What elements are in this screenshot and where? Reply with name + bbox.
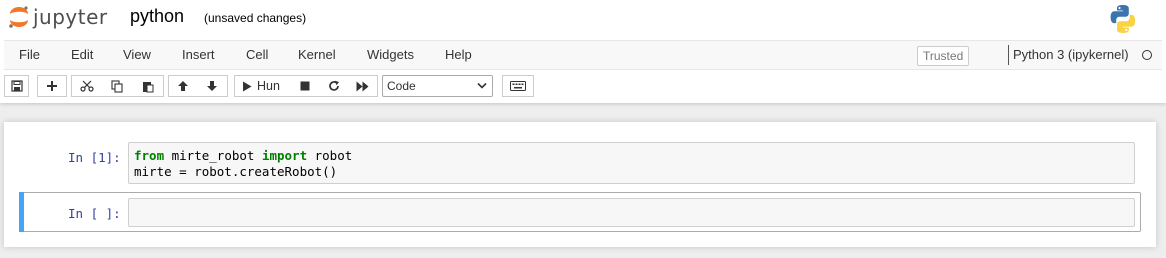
kernel-separator: [1008, 45, 1009, 65]
cut-button[interactable]: [71, 75, 103, 97]
cell-type-value: Code: [387, 79, 416, 93]
plus-icon: [47, 81, 57, 91]
jupyter-logo[interactable]: jupyter: [8, 4, 108, 30]
arrow-up-icon: [177, 81, 188, 91]
python-logo-icon: [1107, 3, 1139, 40]
keyword: import: [261, 148, 308, 163]
restart-run-all-button[interactable]: [348, 75, 378, 97]
menu-widgets[interactable]: Widgets: [367, 47, 414, 62]
command-palette-button[interactable]: [502, 75, 534, 97]
restart-button[interactable]: [319, 75, 349, 97]
menu-edit[interactable]: Edit: [71, 47, 93, 62]
code-cell-input[interactable]: [128, 198, 1135, 227]
chevron-down-icon: [477, 82, 487, 89]
notebook-name[interactable]: python: [130, 6, 184, 27]
code-token: mirte_robot: [164, 148, 262, 163]
menu-view[interactable]: View: [123, 47, 151, 62]
restart-icon: [328, 80, 339, 91]
copy-icon: [111, 79, 123, 93]
menubar: File Edit View Insert Cell Kernel Widget…: [4, 40, 1162, 70]
input-prompt: In [ ]:: [68, 206, 121, 221]
paste-button[interactable]: [132, 75, 164, 97]
trusted-indicator[interactable]: Trusted: [917, 46, 970, 66]
stop-icon: [300, 81, 310, 91]
code-token: robot: [307, 148, 353, 163]
save-status: (unsaved changes): [204, 11, 307, 25]
code-cell-input[interactable]: from mirte_robot import robot mirte = ro…: [128, 142, 1135, 184]
menu-cell[interactable]: Cell: [246, 47, 268, 62]
interrupt-button[interactable]: [291, 75, 320, 97]
menu-insert[interactable]: Insert: [182, 47, 215, 62]
run-label: Hun: [257, 79, 280, 93]
fast-forward-icon: [356, 81, 369, 91]
notebook-container: In [1]: from mirte_robot import robot mi…: [4, 122, 1156, 247]
input-prompt: In [1]:: [68, 150, 121, 165]
paste-icon: [142, 81, 153, 92]
kernel-idle-icon: [1142, 50, 1152, 60]
selection-indicator: [19, 192, 24, 232]
keyboard-icon: [510, 81, 526, 91]
kernel-name: Python 3 (ipykernel): [1013, 47, 1129, 62]
arrow-down-icon: [206, 81, 217, 91]
code-line: mirte = robot.createRobot(): [134, 164, 338, 179]
menu-file[interactable]: File: [19, 47, 40, 62]
menu-help[interactable]: Help: [445, 47, 472, 62]
keyword: from: [134, 148, 165, 163]
cut-icon: [80, 80, 94, 92]
copy-button[interactable]: [102, 75, 133, 97]
cell-type-select[interactable]: Code: [382, 75, 493, 97]
header: jupyter python (unsaved changes) File Ed…: [0, 0, 1166, 103]
save-button[interactable]: [4, 75, 29, 97]
insert-cell-button[interactable]: [37, 75, 67, 97]
save-icon: [10, 80, 23, 92]
code-text: from mirte_robot import robot mirte = ro…: [134, 148, 352, 180]
move-down-button[interactable]: [196, 75, 228, 97]
run-button[interactable]: Hun: [234, 75, 292, 97]
jupyter-logo-icon: [9, 6, 28, 28]
play-icon: [243, 81, 252, 91]
menu-kernel[interactable]: Kernel: [298, 47, 336, 62]
move-up-button[interactable]: [168, 75, 197, 97]
logo-text: jupyter: [33, 5, 108, 29]
